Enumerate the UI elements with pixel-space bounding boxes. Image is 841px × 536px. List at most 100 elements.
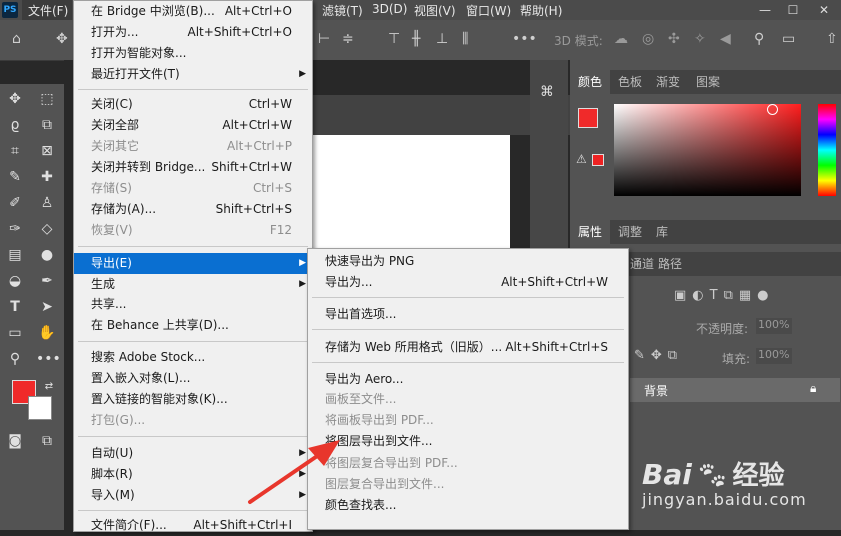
rectangle-tool-icon[interactable]: ▭ — [4, 322, 26, 344]
hue-slider[interactable] — [818, 104, 836, 196]
lasso-tool-icon[interactable]: ϱ — [4, 114, 26, 136]
gamut-swatch[interactable] — [592, 154, 604, 166]
tab-gradients[interactable]: 渐变 — [648, 70, 688, 94]
menu-file[interactable]: 文件(F) — [22, 0, 72, 20]
background-color-swatch[interactable] — [28, 396, 52, 420]
menu-window[interactable]: 窗口(W) — [466, 2, 511, 19]
quick-mask-icon[interactable]: ◙ — [4, 430, 26, 452]
export-menu-item[interactable]: 导出首选项... — [308, 304, 628, 325]
3d-camera-icon[interactable]: ◀ — [720, 31, 731, 47]
minimize-button[interactable]: — — [752, 0, 778, 20]
file-menu-item[interactable]: 关闭全部 Alt+Ctrl+W — [74, 115, 312, 136]
export-menu-item[interactable]: 颜色查找表... — [308, 495, 628, 516]
tab-adjustments[interactable]: 调整 — [610, 220, 650, 244]
swap-colors-icon[interactable]: ⇄ — [38, 376, 60, 398]
export-menu-item[interactable]: 导出为 Aero... — [308, 369, 628, 390]
align-center-icon[interactable]: ≑ — [342, 31, 354, 47]
menu-3d[interactable]: 3D(D) — [372, 2, 407, 16]
file-menu-item[interactable]: 打开为智能对象... — [74, 43, 312, 64]
healing-tool-icon[interactable]: ✚ — [36, 166, 58, 188]
3d-slide-icon[interactable]: ✧ — [694, 31, 706, 47]
file-menu-item[interactable]: 置入嵌入对象(L)... — [74, 368, 312, 389]
file-menu-item-export[interactable]: 导出(E) ▶ — [74, 253, 312, 274]
layer-row[interactable]: 背景 🔒︎ — [630, 378, 840, 402]
tab-patterns[interactable]: 图案 — [688, 70, 728, 94]
file-menu-item[interactable]: 置入链接的智能对象(K)... — [74, 389, 312, 410]
align-left-icon[interactable]: ⊢ — [318, 31, 330, 47]
zoom-tool-icon[interactable]: ⚲ — [4, 348, 26, 370]
path-select-tool-icon[interactable]: ➤ — [36, 296, 58, 318]
file-menu-item[interactable]: 存储为(A)... Shift+Ctrl+S — [74, 199, 312, 220]
file-menu-item[interactable]: 在 Behance 上共享(D)... — [74, 315, 312, 336]
search-icon[interactable]: ⚲ — [754, 31, 764, 47]
tab-swatches[interactable]: 色板 — [610, 70, 650, 94]
menu-view[interactable]: 视图(V) — [414, 2, 456, 19]
workspace-icon[interactable]: ▭ — [782, 31, 795, 47]
tab-paths[interactable]: 路径 — [650, 252, 690, 276]
pen-tool-icon[interactable]: ✒ — [36, 270, 58, 292]
file-menu-item[interactable]: 文件简介(F)... Alt+Shift+Ctrl+I — [74, 515, 312, 536]
move-tool-icon[interactable]: ✥ — [4, 88, 26, 110]
type-tool-icon[interactable]: T — [4, 296, 26, 318]
file-menu-item[interactable]: 存储(S) Ctrl+S — [74, 178, 312, 199]
export-menu-item[interactable]: 将图层复合导出到 PDF... — [308, 453, 628, 474]
export-menu-item-export-layers[interactable]: 将图层导出到文件... — [308, 431, 628, 452]
tab-properties[interactable]: 属性 — [570, 220, 611, 244]
export-menu-item[interactable]: 导出为... Alt+Shift+Ctrl+W — [308, 272, 628, 293]
file-menu-item[interactable]: 关闭其它 Alt+Ctrl+P — [74, 136, 312, 157]
marquee-tool-icon[interactable]: ⬚ — [36, 88, 58, 110]
blur-tool-icon[interactable]: ● — [36, 244, 58, 266]
more-options-icon[interactable]: ••• — [512, 31, 537, 47]
export-menu-item[interactable]: 快速导出为 PNG — [308, 251, 628, 272]
history-panel-icon[interactable]: ⌘ — [540, 84, 554, 100]
file-menu-item[interactable]: 最近打开文件(T) ▶ — [74, 64, 312, 85]
distribute-icon[interactable]: ⫼ — [462, 31, 468, 47]
screen-mode-icon[interactable]: ⧉ — [36, 430, 58, 452]
eyedropper-tool-icon[interactable]: ✎ — [4, 166, 26, 188]
crop-tool-icon[interactable]: ⌗ — [4, 140, 26, 162]
file-menu-item[interactable]: 恢复(V) F12 — [74, 220, 312, 241]
lock-icons[interactable]: ✎✥⧉ — [634, 348, 683, 363]
hand-tool-icon[interactable]: ✋ — [36, 322, 58, 344]
history-brush-tool-icon[interactable]: ✑ — [4, 218, 26, 240]
menu-filter[interactable]: 滤镜(T) — [322, 2, 363, 19]
align-top-icon[interactable]: ⊤ — [388, 31, 400, 47]
fill-field[interactable]: 100% — [756, 348, 792, 364]
align-bottom-icon[interactable]: ⊥ — [436, 31, 448, 47]
color-picker-field[interactable] — [614, 104, 801, 196]
share-icon[interactable]: ⇧ — [826, 31, 838, 47]
eraser-tool-icon[interactable]: ◇ — [36, 218, 58, 240]
home-icon[interactable]: ⌂ — [12, 31, 21, 47]
export-menu-item[interactable]: 存储为 Web 所用格式（旧版）... Alt+Shift+Ctrl+S — [308, 337, 628, 358]
menu-help[interactable]: 帮助(H) — [520, 2, 562, 19]
close-button[interactable]: ✕ — [811, 0, 837, 20]
3d-roll-icon[interactable]: ◎ — [642, 31, 654, 47]
move-tool-icon[interactable]: ✥ — [56, 31, 68, 47]
brush-tool-icon[interactable]: ✐ — [4, 192, 26, 214]
align-middle-icon[interactable]: ╫ — [412, 31, 420, 47]
export-menu-item[interactable]: 将画板导出到 PDF... — [308, 410, 628, 431]
file-menu-item[interactable]: 打开为... Alt+Shift+Ctrl+O — [74, 22, 312, 43]
dodge-tool-icon[interactable]: ◒ — [4, 270, 26, 292]
3d-orbit-icon[interactable]: ☁ — [614, 31, 628, 47]
file-menu-item[interactable]: 关闭并转到 Bridge... Shift+Ctrl+W — [74, 157, 312, 178]
gradient-tool-icon[interactable]: ▤ — [4, 244, 26, 266]
tab-color[interactable]: 颜色 — [570, 70, 611, 94]
export-menu-item[interactable]: 画板至文件... — [308, 389, 628, 410]
tab-libraries[interactable]: 库 — [648, 220, 676, 244]
maximize-button[interactable]: ☐ — [780, 0, 806, 20]
frame-tool-icon[interactable]: ⊠ — [36, 140, 58, 162]
file-menu-item[interactable]: 打包(G)... — [74, 410, 312, 431]
object-select-tool-icon[interactable]: ⧉ — [36, 114, 58, 136]
file-menu-item[interactable]: 在 Bridge 中浏览(B)... Alt+Ctrl+O — [74, 1, 312, 22]
export-menu-item[interactable]: 图层复合导出到文件... — [308, 474, 628, 495]
file-menu-item[interactable]: 生成 ▶ — [74, 274, 312, 295]
layer-lock-icon[interactable]: 🔒︎ — [810, 381, 816, 396]
opacity-field[interactable]: 100% — [756, 318, 792, 334]
layer-filter-icons[interactable]: ▣◐T⧉▦● — [674, 288, 774, 303]
3d-pan-icon[interactable]: ✣ — [668, 31, 680, 47]
file-menu-item[interactable]: 搜索 Adobe Stock... — [74, 347, 312, 368]
file-menu-item[interactable]: 共享... — [74, 294, 312, 315]
file-menu-item[interactable]: 关闭(C) Ctrl+W — [74, 94, 312, 115]
edit-toolbar-icon[interactable]: ••• — [36, 348, 61, 370]
